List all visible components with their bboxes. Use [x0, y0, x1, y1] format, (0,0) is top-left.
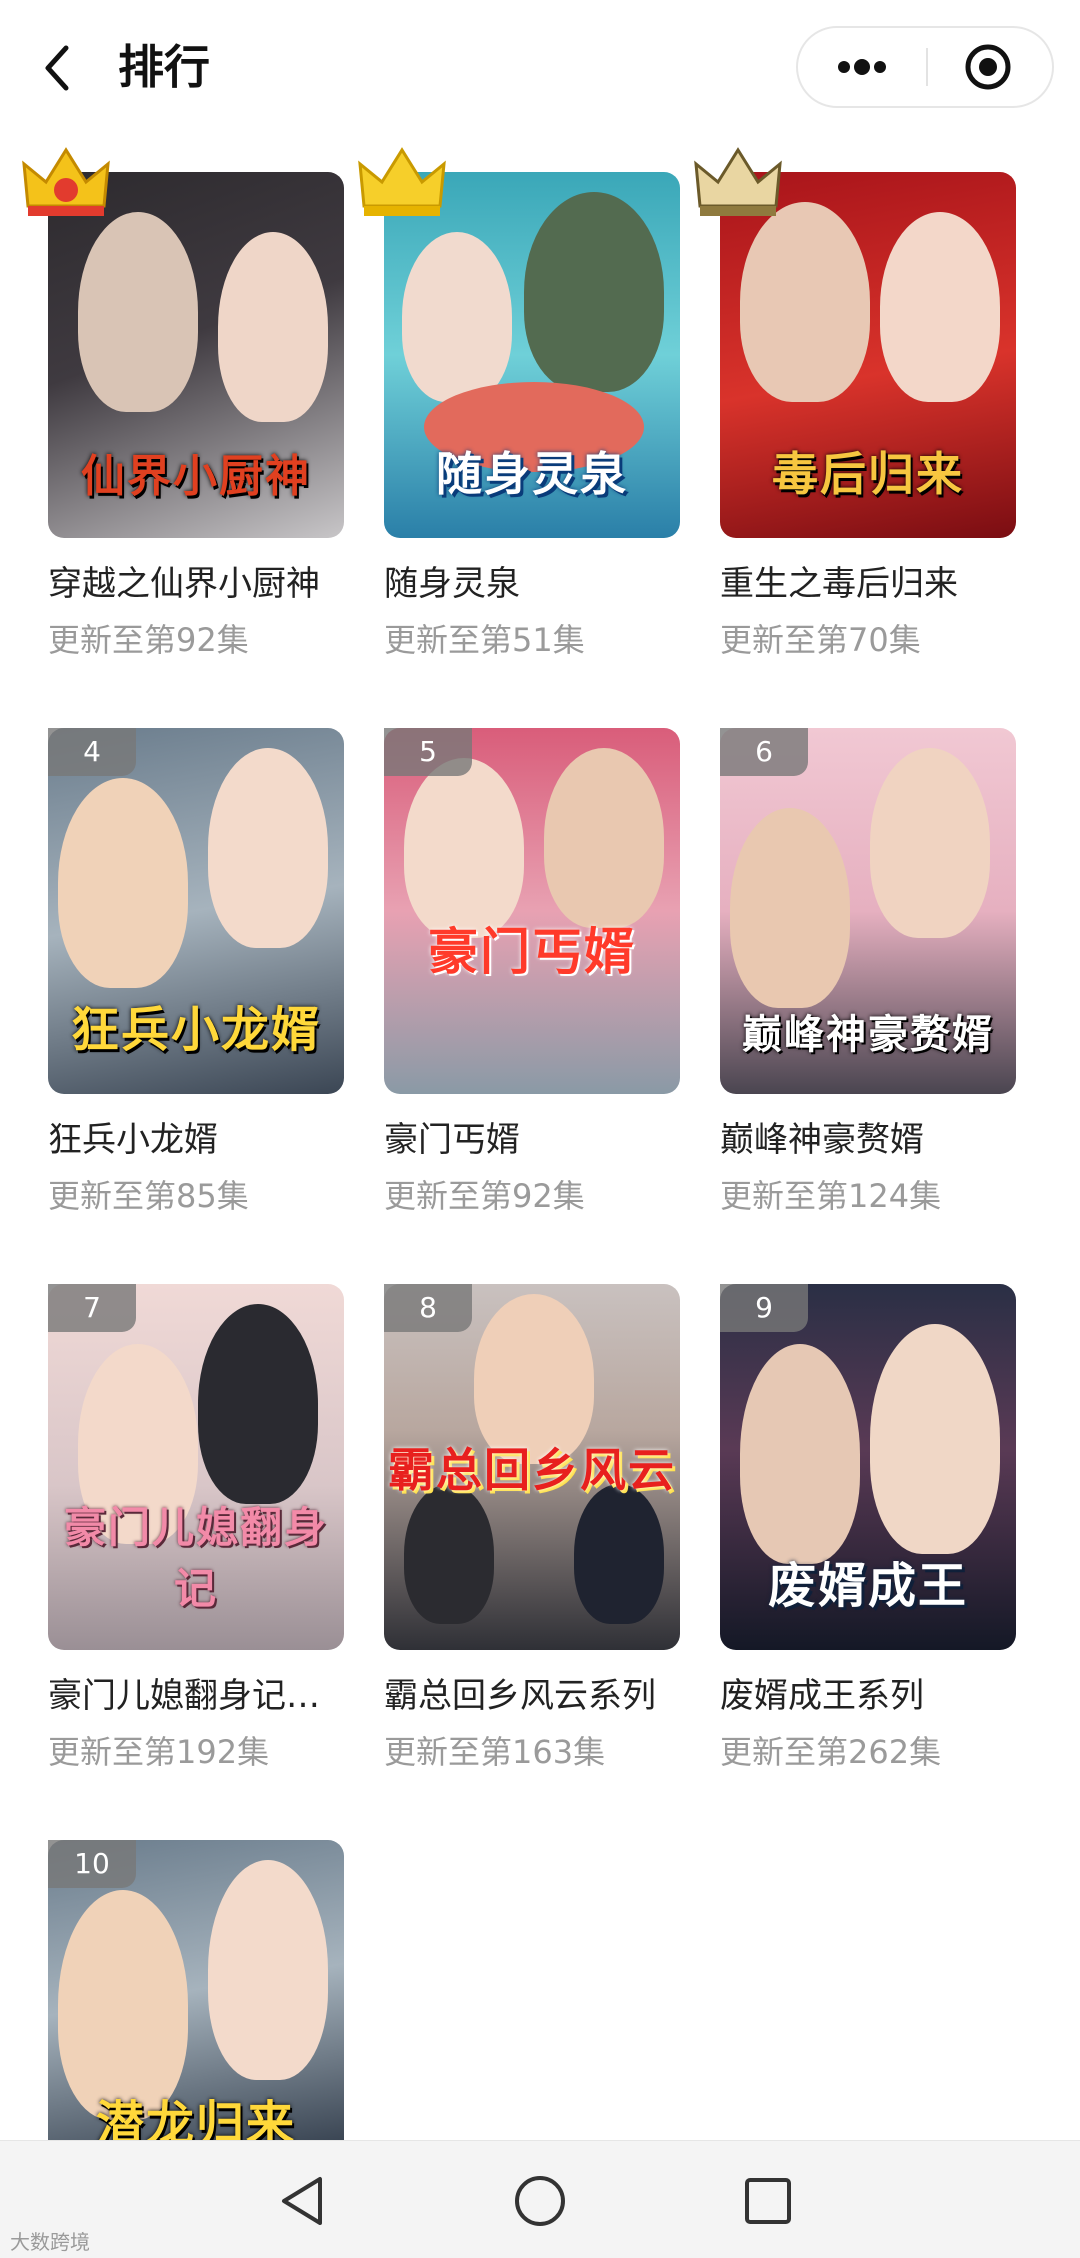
poster-title: 仙界小厨神 — [81, 451, 311, 502]
close-mini-program-icon[interactable] — [928, 28, 1052, 106]
poster-title: 豪门丐婿 — [428, 922, 636, 981]
poster-title: 潜龙归来 — [95, 2096, 296, 2140]
gold-red-crown-icon — [22, 147, 110, 216]
more-options-icon[interactable] — [798, 28, 926, 106]
drama-name: 重生之毒后归来 — [720, 564, 958, 604]
drama-name: 穿越之仙界小厨神 — [48, 564, 320, 604]
rank-badge: 7 — [48, 1284, 136, 1332]
nav-back-triangle-icon[interactable] — [270, 2165, 342, 2237]
episode-count: 更新至第51集 — [384, 621, 585, 659]
poster-title: 巅峰神豪赘婿 — [742, 1011, 994, 1058]
top-bar: 排行 — [0, 0, 1080, 140]
mini-program-capsule — [796, 26, 1054, 108]
poster-image: 霸总回乡风云 — [384, 1284, 680, 1650]
drama-name: 随身灵泉 — [384, 564, 520, 604]
drama-name: 豪门儿媳翻身记… — [48, 1676, 320, 1716]
poster-title: 狂兵小龙婿 — [70, 1002, 321, 1058]
drama-name: 废婿成王系列 — [720, 1676, 924, 1716]
episode-count: 更新至第70集 — [720, 621, 921, 659]
episode-count: 更新至第262集 — [720, 1733, 942, 1771]
watermark: 大数跨境 — [10, 2230, 90, 2254]
rank-badge: 9 — [720, 1284, 808, 1332]
poster-title: 废婿成王 — [767, 1558, 968, 1614]
poster-image: 随身灵泉 — [384, 172, 680, 538]
episode-count: 更新至第192集 — [48, 1733, 270, 1771]
drama-name: 巅峰神豪赘婿 — [720, 1120, 924, 1160]
episode-count: 更新至第163集 — [384, 1733, 606, 1771]
poster-image: 废婿成王 — [720, 1284, 1016, 1650]
drama-name: 霸总回乡风云系列 — [384, 1676, 656, 1716]
gold-crown-icon — [358, 147, 446, 216]
back-arrow-icon[interactable] — [36, 38, 80, 98]
bronze-crown-icon — [694, 147, 782, 216]
poster-title: 霸总回乡风云 — [388, 1443, 676, 1497]
rank-badge: 8 — [384, 1284, 472, 1332]
poster-image: 豪门丐婿 — [384, 728, 680, 1094]
poster-title: 随身灵泉 — [436, 447, 628, 501]
poster-image: 狂兵小龙婿 — [48, 728, 344, 1094]
poster-image: 豪门儿媳翻身记 — [48, 1284, 344, 1650]
rank-badge: 10 — [48, 1840, 136, 1888]
rank-badge: 5 — [384, 728, 472, 776]
episode-count: 更新至第85集 — [48, 1177, 249, 1215]
drama-name: 豪门丐婿 — [384, 1120, 520, 1160]
poster-title: 豪门儿媳翻身记 — [63, 1503, 328, 1613]
nav-recents-square-icon[interactable] — [732, 2165, 804, 2237]
episode-count: 更新至第92集 — [48, 621, 249, 659]
rank-badge: 6 — [720, 728, 808, 776]
poster-image: 毒后归来 — [720, 172, 1016, 538]
episode-count: 更新至第92集 — [384, 1177, 585, 1215]
drama-name: 狂兵小龙婿 — [48, 1120, 218, 1160]
poster-image: 巅峰神豪赘婿 — [720, 728, 1016, 1094]
episode-count: 更新至第124集 — [720, 1177, 942, 1215]
rank-badge: 4 — [48, 728, 136, 776]
page-title: 排行 — [118, 40, 210, 94]
poster-title: 毒后归来 — [772, 447, 964, 501]
system-navigation-bar — [0, 2140, 1080, 2258]
nav-home-circle-icon[interactable] — [504, 2165, 576, 2237]
poster-image: 仙界小厨神 — [48, 172, 344, 538]
